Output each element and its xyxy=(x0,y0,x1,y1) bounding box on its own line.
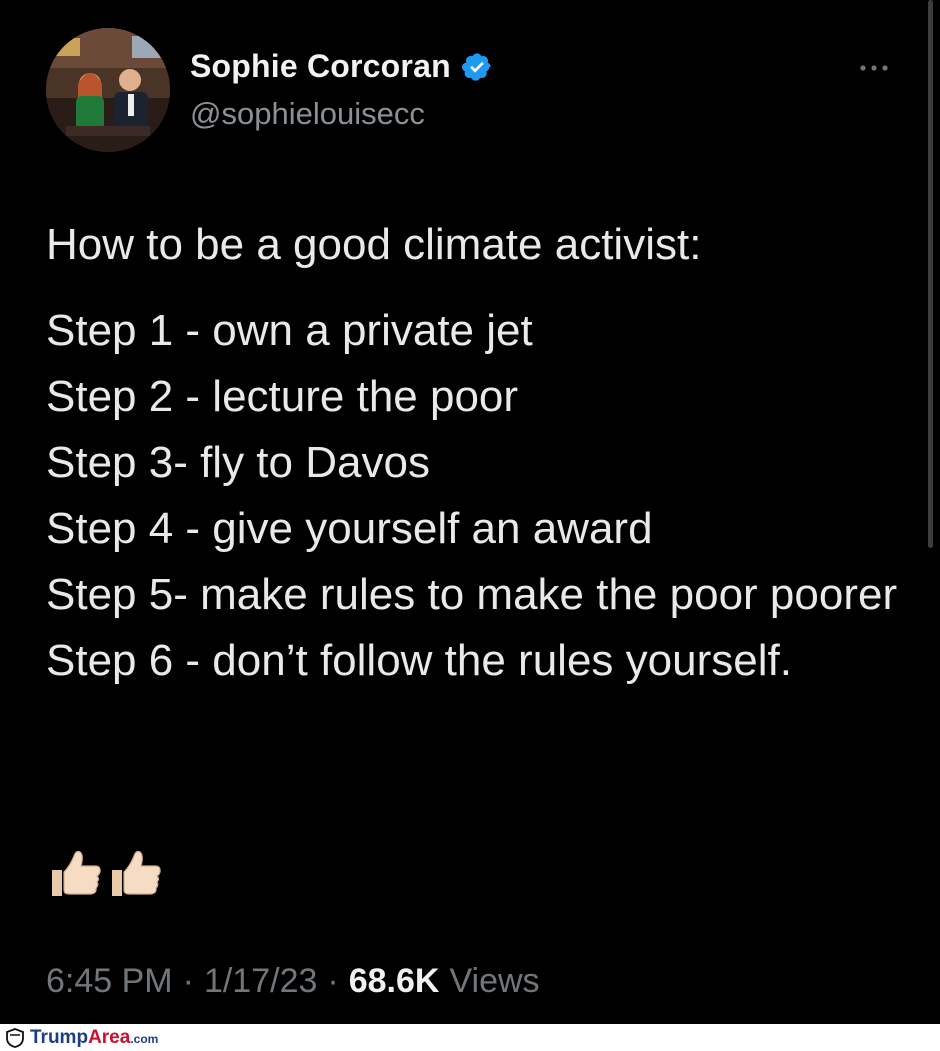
verified-badge-icon xyxy=(461,52,491,81)
views-label: Views xyxy=(449,962,540,1000)
author-avatar[interactable] xyxy=(46,28,170,152)
thumbs-up-icon xyxy=(112,850,161,896)
author-name[interactable]: Sophie Corcoran xyxy=(190,48,451,85)
watermark-footer: TrumpArea.com xyxy=(0,1024,940,1051)
meta-separator: · xyxy=(182,962,194,1000)
avatar-photo-icon xyxy=(46,28,170,152)
tweet-step-4: Step 4 - give yourself an award xyxy=(46,504,653,553)
tweet-meta: 6:45 PM · 1/17/23 · 68.6K Views xyxy=(46,962,540,1001)
tweet-step-5: Step 5- make rules to make the poor poor… xyxy=(46,570,898,619)
scrollbar[interactable] xyxy=(928,0,933,548)
more-options-icon[interactable] xyxy=(858,62,890,74)
tweet-step-3: Step 3- fly to Davos xyxy=(46,438,430,487)
tweet-intro: How to be a good climate activist: xyxy=(46,220,702,269)
author-handle[interactable]: @sophielouisecc xyxy=(190,96,425,132)
thumbs-up-emojis: 👍🏻👍🏻 xyxy=(46,846,162,900)
tweet-time[interactable]: 6:45 PM xyxy=(46,962,173,1001)
shield-logo-icon xyxy=(6,1027,24,1048)
thumbs-up-icon xyxy=(52,850,101,896)
tweet-step-1: Step 1 - own a private jet xyxy=(46,306,533,355)
brand-domain: .com xyxy=(130,1031,159,1046)
views-count[interactable]: 68.6K xyxy=(349,962,440,1001)
tweet-date[interactable]: 1/17/23 xyxy=(204,962,317,1001)
watermark-brand: TrumpArea.com xyxy=(30,1027,158,1049)
brand-part1: Trump xyxy=(30,1026,89,1048)
tweet-text: How to be a good climate activist: Step … xyxy=(46,212,906,694)
meta-separator: · xyxy=(327,962,339,1000)
tweet-step-2: Step 2 - lecture the poor xyxy=(46,372,519,421)
tweet-step-6: Step 6 - don’t follow the rules yourself… xyxy=(46,636,792,685)
brand-part2: Area xyxy=(88,1026,131,1048)
